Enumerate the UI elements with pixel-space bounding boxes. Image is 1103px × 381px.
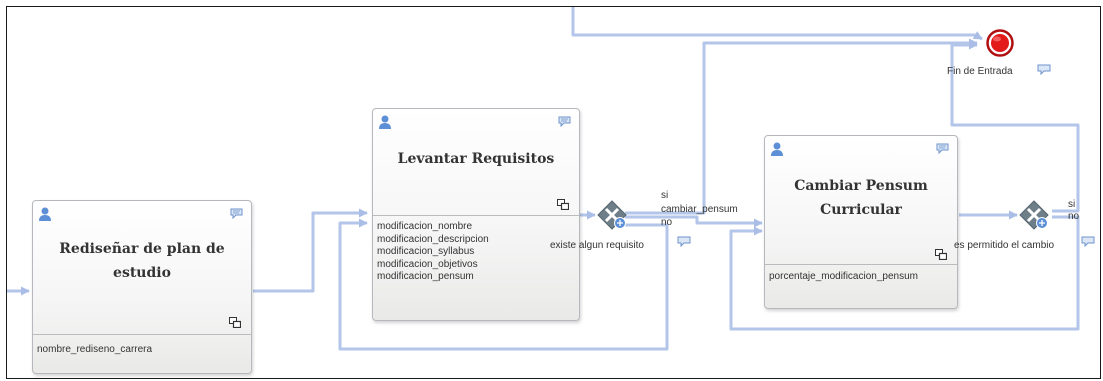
task-redisenar-plan[interactable]: Rediseñar de plan de estudio nombre_redi… (32, 200, 252, 374)
task-fields: modificacion_nombre modificacion_descrip… (377, 221, 489, 284)
task-divider (765, 264, 957, 265)
flow-label-cambiar-pensum: cambiar_pensum (661, 204, 738, 215)
gateway-permitido-cambio[interactable] (1019, 200, 1049, 230)
subprocess-icon[interactable] (229, 317, 241, 328)
user-icon (379, 115, 391, 129)
comment-icon[interactable] (936, 143, 949, 154)
flow-label-no: no (661, 217, 673, 228)
comment-icon[interactable] (677, 236, 691, 247)
user-icon (771, 142, 783, 156)
task-levantar-requisitos[interactable]: Levantar Requisitos modificacion_nombre … (372, 108, 580, 321)
flow-top-into-end[interactable] (571, 7, 983, 41)
task-title-line2: Curricular (820, 202, 902, 218)
field-modificacion-pensum: modificacion_pensum (377, 271, 474, 282)
field-modificacion-descripcion: modificacion_descripcion (377, 233, 489, 245)
task-title-line1: Rediseñar de plan de (59, 241, 225, 257)
field-modificacion-objetivos: modificacion_objetivos (377, 258, 478, 270)
flow-label-si: si (1068, 199, 1076, 210)
flow-label-no: no (1068, 211, 1080, 222)
comment-icon[interactable] (1081, 236, 1095, 247)
field-porcentaje-modificacion: porcentaje_modificacion_pensum (769, 271, 918, 282)
subprocess-icon[interactable] (557, 199, 569, 210)
gateway-label: es permitido el cambio (954, 240, 1055, 251)
task-divider (33, 334, 251, 335)
gateway-existe-requisito[interactable] (597, 200, 627, 230)
user-icon (39, 207, 51, 221)
flow-requisito-to-cambiar[interactable] (625, 215, 763, 228)
flow-redisenar-to-levantar[interactable] (253, 208, 368, 293)
task-title-line2: estudio (113, 265, 171, 281)
field-nombre-rediseno: nombre_rediseno_carrera (37, 344, 153, 355)
field-modificacion-nombre: modificacion_nombre (377, 221, 473, 232)
comment-icon[interactable] (230, 208, 243, 219)
task-cambiar-pensum[interactable]: Cambiar Pensum Curricular porcentaje_mod… (764, 135, 958, 309)
comment-icon[interactable] (558, 116, 571, 127)
task-divider (373, 215, 579, 216)
task-fields: nombre_rediseno_carrera (37, 344, 152, 357)
end-event-icon[interactable] (986, 29, 1014, 57)
task-title: Rediseñar de plan de estudio (33, 237, 251, 285)
task-fields: porcentaje_modificacion_pensum (769, 271, 918, 284)
end-event-label: Fin de Entrada (947, 66, 1013, 77)
flow-label-si: si (661, 190, 669, 201)
process-canvas: Rediseñar de plan de estudio nombre_redi… (6, 6, 1101, 379)
field-modificacion-syllabus: modificacion_syllabus (377, 246, 475, 257)
subprocess-icon[interactable] (935, 249, 947, 260)
task-title: Cambiar Pensum Curricular (765, 174, 957, 222)
task-title: Levantar Requisitos (397, 151, 555, 167)
comment-icon[interactable] (1037, 64, 1051, 75)
task-title-line1: Cambiar Pensum (794, 178, 928, 194)
gateway-label: existe algun requisito (550, 240, 644, 251)
